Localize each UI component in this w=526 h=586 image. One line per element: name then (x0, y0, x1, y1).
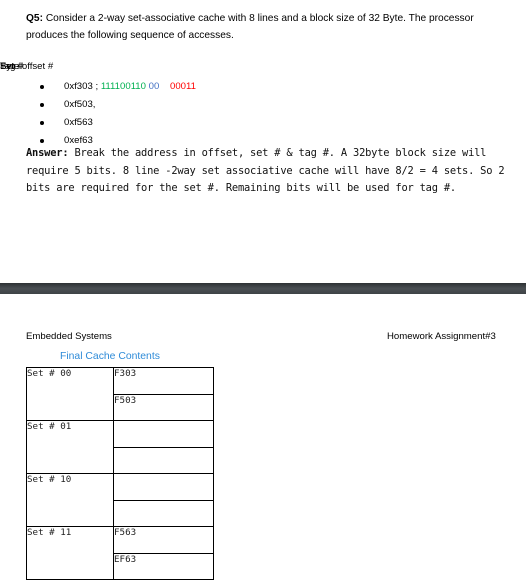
legend-offset: Byte offset # (0, 61, 54, 72)
access-address: 0xf303 (64, 81, 93, 92)
bullet-icon (40, 139, 44, 143)
table-row: Set # 11 F563 (26, 526, 214, 580)
cache-table: Set # 00 F303 F503 Set # 01 Set # 10 Set… (26, 367, 214, 580)
list-item: 0xf563 (40, 114, 196, 132)
way-cell: F563 (113, 526, 214, 554)
header-assignment: Homework Assignment#3 (387, 331, 496, 342)
way-cell (113, 499, 214, 527)
answer-text: Answer: Break the address in offset, set… (26, 145, 521, 198)
answer-body: Break the address in offset, set # & tag… (26, 147, 505, 194)
offset-bits: 00011 (170, 81, 196, 92)
access-separator: ; (92, 81, 101, 92)
question-label: Q5: (26, 13, 43, 24)
way-cell (113, 420, 214, 448)
table-caption: Final Cache Contents (60, 351, 160, 362)
table-row: Set # 10 (26, 473, 214, 527)
header-course: Embedded Systems (26, 331, 112, 342)
bullet-icon (40, 85, 44, 89)
table-row: Set # 00 F303 (26, 367, 214, 421)
table-row: Set # 01 (26, 420, 214, 474)
list-item: 0xf503, (40, 96, 196, 114)
set-label: Set # 10 (26, 473, 114, 527)
access-address: 0xf563 (64, 117, 93, 128)
bullet-icon (40, 103, 44, 107)
access-address: 0xf503, (64, 99, 96, 110)
question-text: Q5: Consider a 2-way set-associative cac… (26, 10, 516, 44)
set-label: Set # 01 (26, 420, 114, 474)
set-bits: 00 (145, 81, 160, 92)
way-cell: F503 (113, 393, 214, 421)
tag-bits: 111100110 (100, 81, 146, 92)
set-label: Set # 11 (26, 526, 114, 580)
access-list: 0xf303 ; 111100110 00 00011 0xf503, 0xf5… (40, 78, 196, 150)
page-separator (0, 283, 526, 294)
way-cell (113, 473, 214, 501)
way-cell: EF63 (113, 552, 214, 580)
question-body: Consider a 2-way set-associative cache w… (26, 13, 474, 41)
way-cell: F303 (113, 367, 214, 395)
list-item: 0xf303 ; 111100110 00 00011 (40, 78, 196, 96)
way-cell (113, 446, 214, 474)
bullet-icon (40, 121, 44, 125)
answer-label: Answer: (26, 147, 69, 159)
set-label: Set # 00 (26, 367, 114, 421)
